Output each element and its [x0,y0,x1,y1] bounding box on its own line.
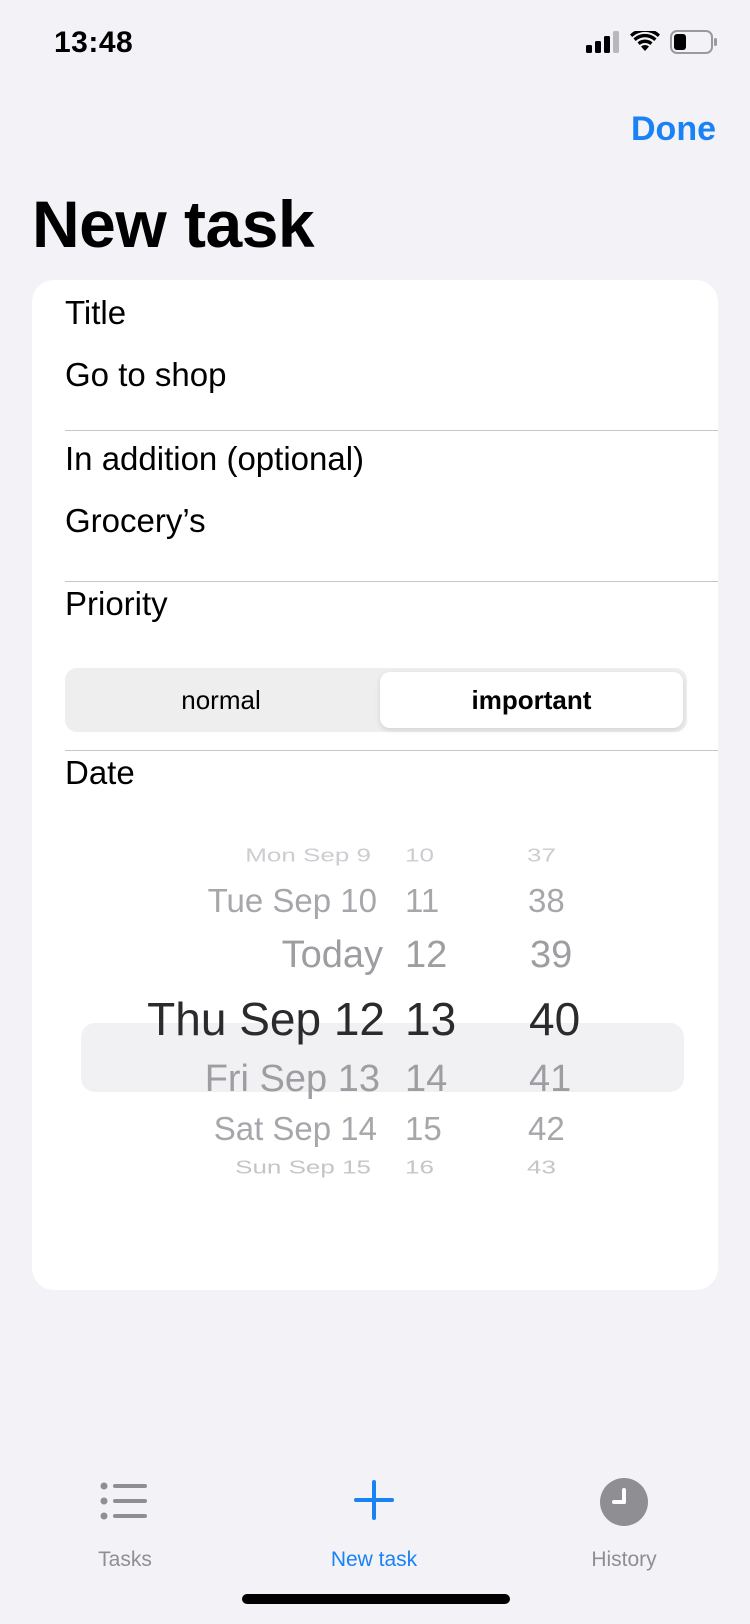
home-indicator [242,1594,510,1604]
list-icon [100,1482,147,1520]
divider [65,430,718,431]
picker-minute-item[interactable]: 38 [528,882,565,920]
title-section: Title [65,294,718,332]
picker-day-item-selected[interactable]: Thu Sep 12 [147,992,385,1046]
title-label: Title [65,294,127,331]
picker-hour-item[interactable]: 10 [405,844,434,866]
plus-icon [354,1480,394,1520]
title-field[interactable]: Go to shop [65,356,718,394]
picker-minute-item[interactable]: 37 [527,844,556,866]
addition-label: In addition (optional) [65,440,365,477]
priority-segmented-control[interactable]: normal important [65,668,687,732]
picker-hour-item[interactable]: 16 [405,1156,434,1178]
picker-minute-item[interactable]: 41 [529,1058,571,1101]
tab-new-task-label: New task [330,1548,418,1571]
picker-hour-item-selected[interactable]: 13 [405,992,456,1046]
page-title: New task [32,187,315,261]
picker-day-item[interactable]: Sun Sep 15 [235,1156,371,1178]
addition-field[interactable]: Grocery’s [65,502,718,540]
priority-option-important[interactable]: important [380,672,683,728]
signal-icon [586,31,619,53]
date-section: Date [65,754,718,792]
tab-history-label: History [591,1548,657,1571]
picker-day-item[interactable]: Mon Sep 9 [245,844,371,866]
picker-minute-item[interactable]: 43 [527,1156,556,1178]
picker-minute-item-selected[interactable]: 40 [529,992,580,1046]
picker-minute-item[interactable]: 42 [528,1110,565,1148]
addition-section: In addition (optional) [65,440,718,478]
wifi-icon [630,31,660,51]
status-bar: 13:48 [0,0,750,90]
status-time: 13:48 [54,26,134,59]
tab-history[interactable]: History [524,1460,724,1571]
picker-day-item[interactable]: Fri Sep 13 [205,1058,380,1101]
date-label: Date [65,754,135,791]
title-field-row: Go to shop [65,356,718,394]
tab-new-task[interactable]: New task [274,1460,474,1571]
picker-hour-item[interactable]: 15 [405,1110,442,1148]
tab-tasks[interactable]: Tasks [25,1460,225,1571]
picker-day-item[interactable]: Sat Sep 14 [214,1110,377,1148]
task-form-card: Title Go to shop In addition (optional) … [32,280,718,1290]
battery-icon [670,30,717,54]
divider [65,581,718,582]
picker-minute-item[interactable]: 39 [530,934,572,977]
tab-tasks-label: Tasks [98,1548,152,1571]
addition-field-row: Grocery’s [65,502,718,540]
picker-hour-item[interactable]: 11 [405,882,439,920]
priority-label: Priority [65,585,168,622]
picker-hour-item[interactable]: 14 [405,1058,447,1101]
picker-day-item[interactable]: Tue Sep 10 [208,882,377,920]
status-icons [586,30,718,54]
priority-section: Priority [65,585,718,623]
divider [65,750,718,751]
clock-icon [600,1478,648,1526]
picker-hour-item[interactable]: 12 [405,934,447,977]
priority-option-normal[interactable]: normal [69,672,373,728]
picker-day-item[interactable]: Today [282,934,383,977]
done-button[interactable]: Done [631,110,716,149]
